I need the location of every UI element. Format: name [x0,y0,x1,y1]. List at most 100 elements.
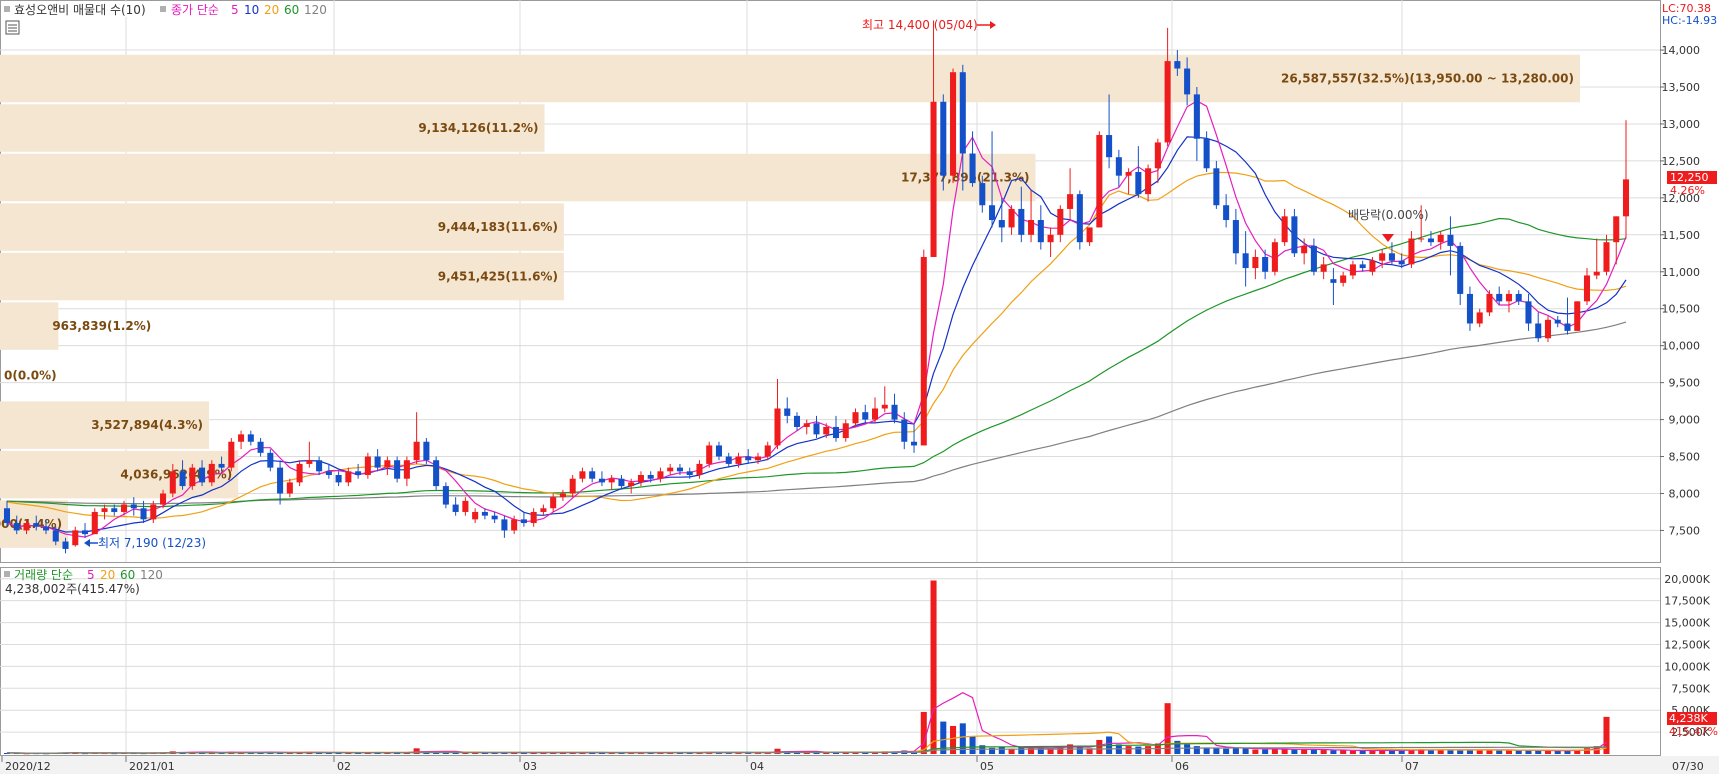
candle-body [774,408,781,446]
candle-body [1164,61,1171,143]
y-tick-label: 11,000 [1662,266,1701,279]
y-tick-label: 14,000 [1662,44,1701,57]
candle-body [832,426,840,439]
candle-body [1564,323,1571,331]
candle-body [569,478,576,494]
candle-body [218,463,225,468]
stock-chart-window: 26,587,557(32.5%)(13,950.00 ~ 13,280.00)… [0,0,1719,774]
candle-body [1515,293,1522,302]
y-tick-label: 13,000 [1662,118,1701,131]
candle-body [1359,264,1366,269]
candle-body [1408,238,1415,265]
candle-body [969,153,976,184]
candle-body [267,452,274,468]
ma20-label: 20 [264,3,279,17]
candle-body [842,423,849,439]
legend-marker-icon [4,6,10,12]
candle-body [433,460,440,487]
x-tick-label: 03 [523,760,537,773]
candle-body [1554,319,1561,324]
candle-body [1115,157,1122,176]
candle-body [959,72,966,154]
candle-body [23,523,30,531]
vol-ma60-label: 60 [120,568,135,582]
volume-profile-label: 9,134,126(11.2%) [418,121,538,135]
candle-body [1291,216,1298,254]
volume-bar [1232,747,1239,754]
candle-body [1349,264,1356,276]
candle-body [998,220,1005,228]
candle-body [1281,216,1288,243]
volume-bar [1535,750,1542,754]
candle-body [72,530,79,546]
candle-body [764,445,771,457]
x-tick-label: 04 [750,760,764,773]
volume-summary: 4,238,002주(415.47%) [5,582,140,596]
volume-tick-label: 12,500K [1664,638,1710,651]
candle [706,441,713,468]
volume-profile-label: 26,587,557(32.5%)(13,950.00 ~ 13,280.00) [1281,71,1574,85]
candle-body [1106,135,1113,158]
ma120-label: 120 [304,3,327,17]
y-tick-label: 13,500 [1662,81,1701,94]
candle-body [1018,208,1025,235]
candle-body [394,460,401,479]
candle [394,456,401,483]
candle-body [1583,275,1591,302]
candle [296,460,303,487]
ma5-label: 5 [231,3,239,17]
candle-body [1086,227,1093,243]
candle-body [286,482,293,494]
candle-body [628,482,635,487]
volume-bar [1135,746,1142,754]
candle-body [784,408,791,416]
candle-body [62,541,69,549]
candle-body [813,423,820,435]
candle [423,438,430,464]
candle-body [413,441,420,461]
x-tick-label: 07 [1405,760,1419,773]
volume-pane-frame [0,567,1661,756]
candle-body [725,456,732,464]
y-tick-label: 8,500 [1669,451,1701,464]
volume-bar [1525,750,1532,754]
x-tick-label: 07/30 [1672,760,1704,773]
indicator-label[interactable]: 효성오앤비 매물대 수(10) [14,3,146,17]
high-label: 최고 14,400 (05/04) [862,18,978,32]
candle-body [277,467,284,494]
volume-bar [1330,750,1337,754]
candle-body [745,456,752,461]
candle-body [647,475,654,479]
candle-body [1154,142,1161,169]
volume-bar [1223,748,1230,754]
volume-bar [1398,750,1405,754]
candle-body [452,504,459,512]
vol-ma120-label: 120 [140,568,163,582]
candle-body [706,445,713,464]
volume-bar [1193,746,1200,754]
ma-prefix-label[interactable]: 종가 단순 [171,3,219,17]
volume-bar [1496,750,1503,754]
last-volume-change: 415.47% [1669,725,1718,738]
candle-body [335,475,342,483]
candle-body [160,493,167,505]
candle-body [491,515,498,520]
y-tick-label: 11,500 [1662,229,1701,242]
candle-body [462,500,469,512]
candle-body [355,471,362,476]
candle-body [686,471,693,476]
candle-body [1262,256,1269,272]
candle-body [179,471,186,487]
candle-body [1271,242,1278,272]
candle-body [374,456,381,468]
candle-body [1174,61,1181,69]
candle-body [1057,208,1064,235]
candle-body [1476,312,1483,324]
volume-title[interactable]: 거래량 단순 [14,568,73,582]
low-label: 최저 7,190 (12/23) [98,536,206,550]
candle-body [911,441,918,446]
volume-bar [1457,750,1464,754]
candle [1574,301,1581,331]
candle-body [1330,279,1337,283]
volume-bar [940,721,947,754]
